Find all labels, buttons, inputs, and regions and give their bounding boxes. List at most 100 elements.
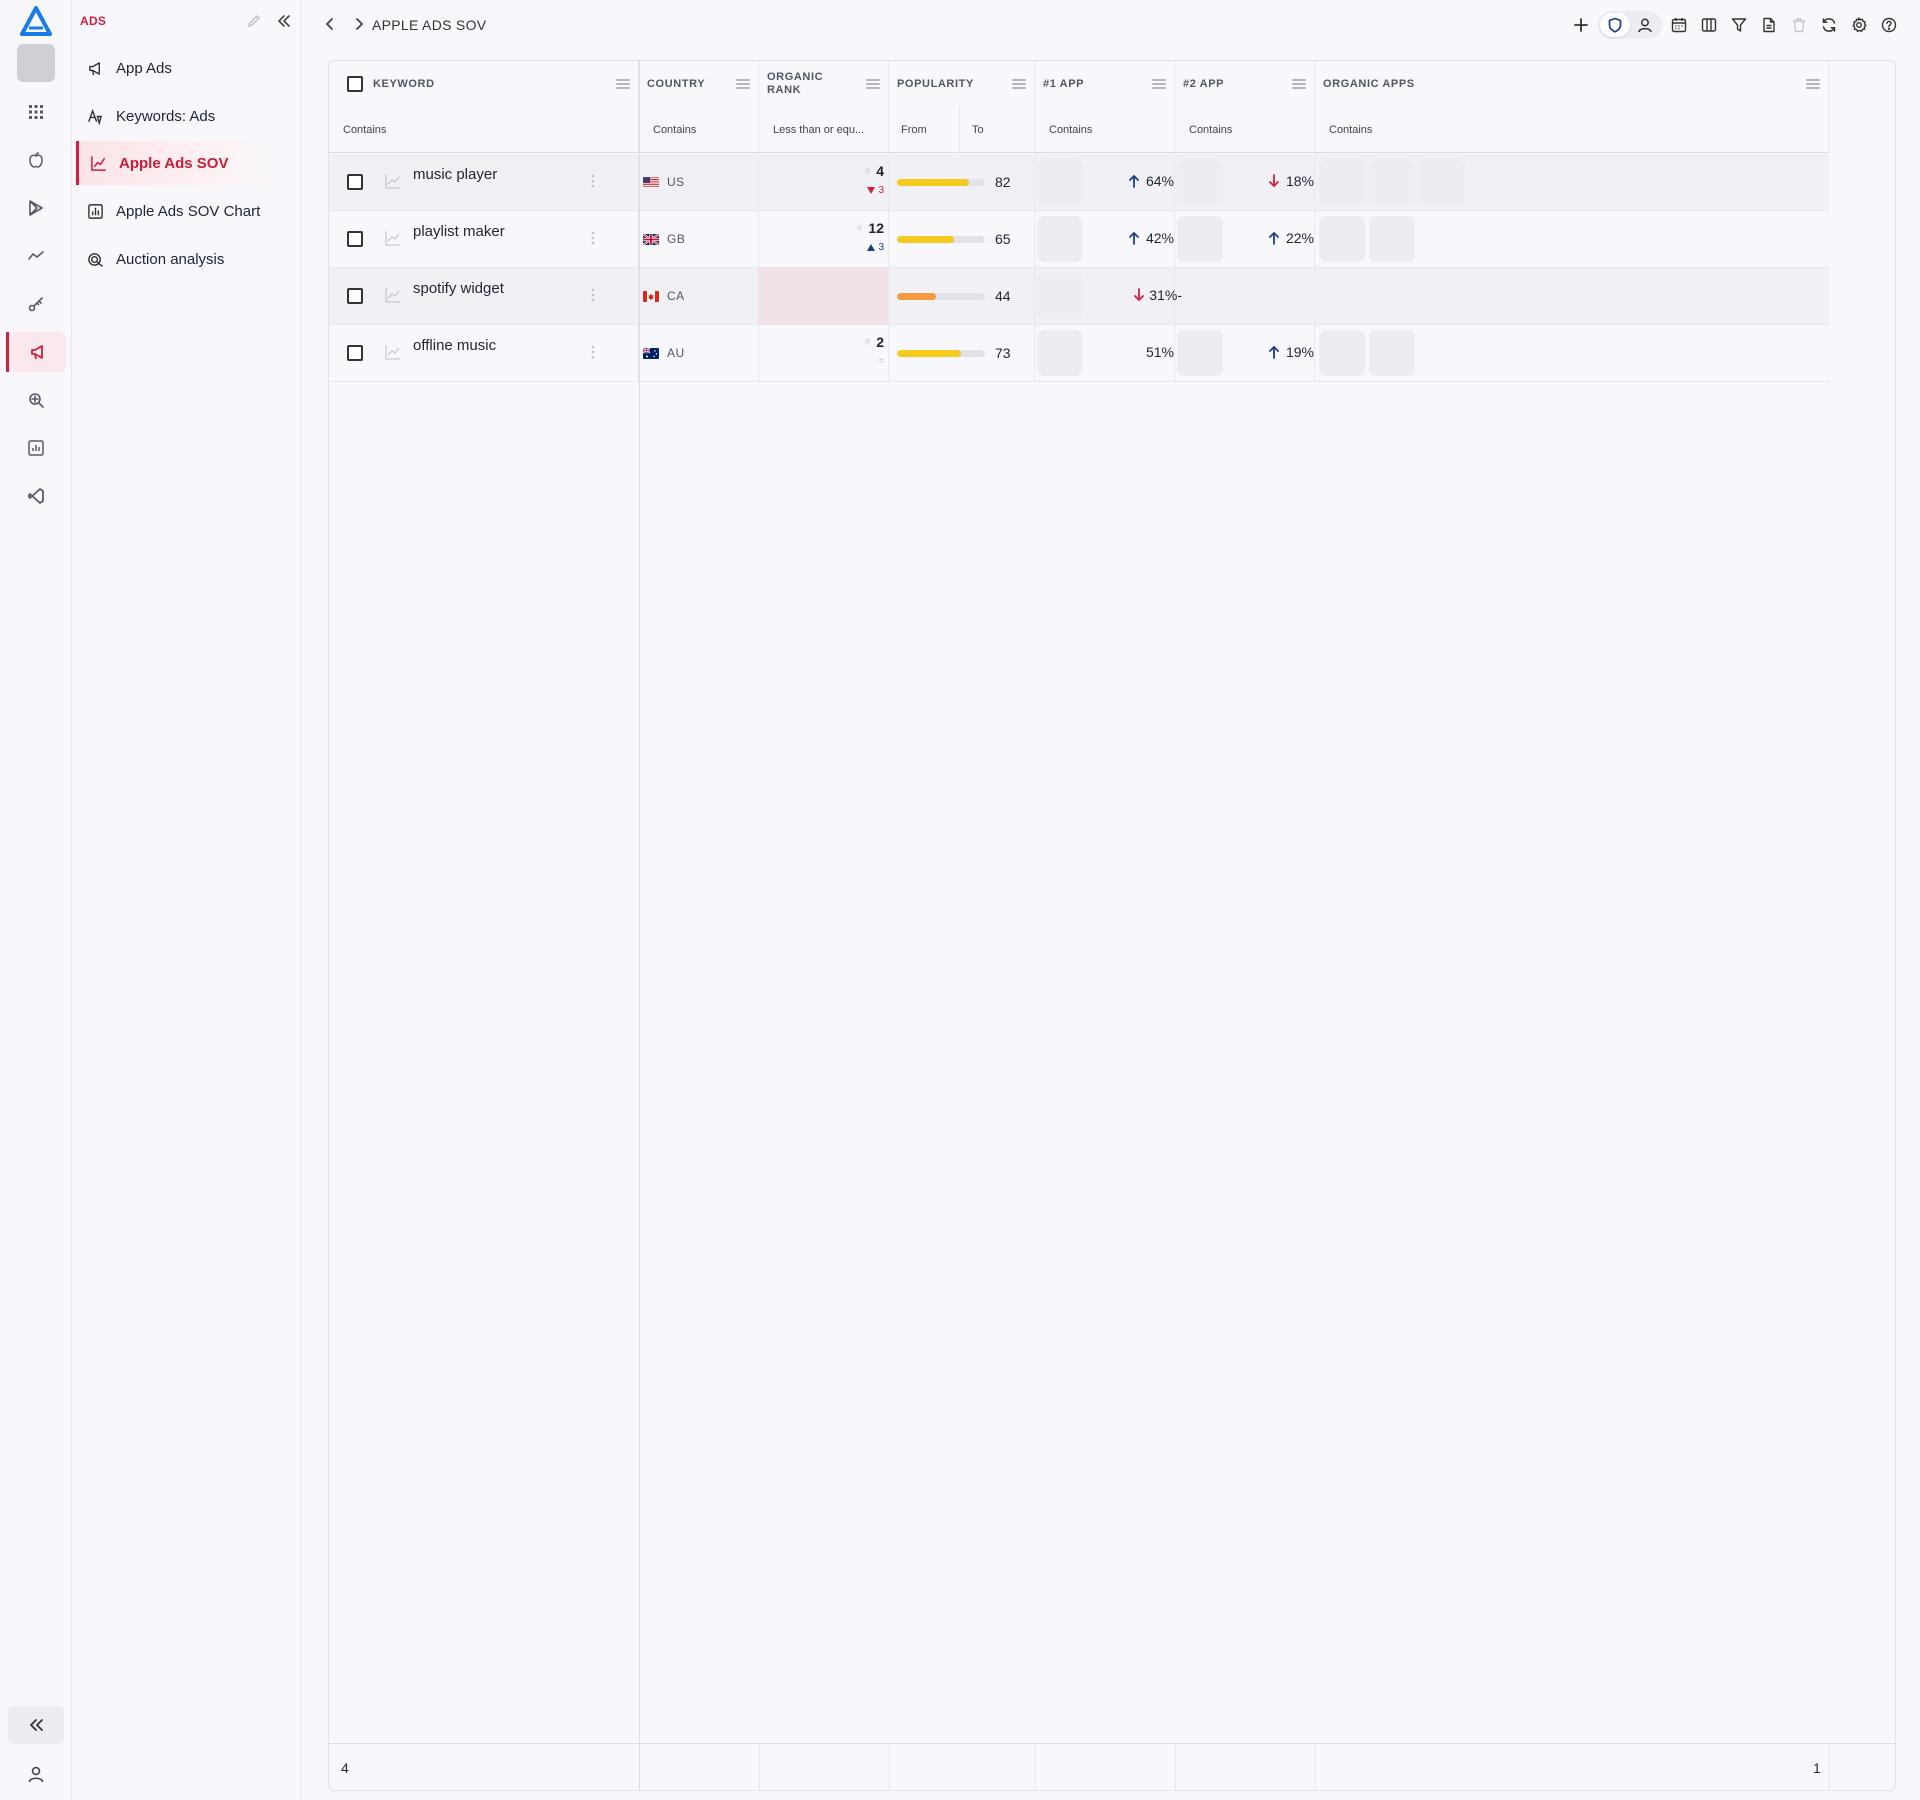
apple-icon[interactable] [6, 140, 66, 180]
more-options-icon[interactable] [591, 344, 595, 360]
col-header-app2[interactable]: #2 APP [1175, 61, 1315, 107]
filter-organic-rank[interactable]: Less than or equ... [759, 107, 889, 153]
app-logo-icon[interactable] [20, 6, 52, 36]
app-icon-placeholder[interactable] [1369, 330, 1415, 376]
app-icon-placeholder[interactable] [1319, 159, 1365, 205]
filter-app2[interactable]: Contains [1175, 107, 1315, 153]
filter-popularity-from[interactable]: From [889, 107, 959, 153]
filter-app1[interactable]: Contains [1035, 107, 1175, 153]
col-header-keyword[interactable]: KEYWORD [329, 61, 639, 107]
app-icon-placeholder[interactable] [1369, 216, 1415, 262]
trend-icon[interactable] [6, 236, 66, 276]
footer-divider [759, 1744, 760, 1790]
country-cell: GB [639, 211, 759, 267]
refresh-icon[interactable] [1814, 11, 1844, 39]
column-menu-icon[interactable] [736, 79, 750, 89]
data-grid: KEYWORD COUNTRY ORGANIC RANK POPULARITY … [328, 60, 1896, 1791]
app-icon-placeholder[interactable] [1319, 216, 1365, 262]
trend-chart-icon[interactable] [385, 344, 401, 360]
nav-item-apple-ads-sov-chart[interactable]: Apple Ads SOV Chart [76, 189, 276, 233]
sov-value: 19% [1285, 344, 1314, 360]
more-options-icon[interactable] [591, 287, 595, 303]
col-header-organic-apps[interactable]: ORGANIC APPS [1315, 61, 1829, 107]
app-icon-placeholder[interactable] [1037, 216, 1083, 262]
more-options-icon[interactable] [591, 230, 595, 246]
filter-popularity-to[interactable]: To [959, 107, 1035, 153]
nav-item-auction-analysis[interactable]: Auction analysis [76, 237, 276, 281]
app-avatar[interactable] [17, 44, 55, 82]
help-icon[interactable] [1874, 11, 1904, 39]
filter-icon[interactable] [1724, 11, 1754, 39]
nav-item-apple-ads-sov[interactable]: Apple Ads SOV [76, 141, 282, 185]
more-options-icon[interactable] [591, 173, 595, 189]
keyword-text[interactable]: spotify widget [413, 280, 504, 297]
row-checkbox[interactable] [347, 174, 363, 190]
export-icon[interactable] [1754, 11, 1784, 39]
trend-chart-icon[interactable] [385, 230, 401, 246]
table-row[interactable]: offline music AU # 2 = 73 51% 19% [329, 325, 1829, 382]
column-menu-icon[interactable] [1292, 79, 1306, 89]
calendar-icon[interactable] [1664, 11, 1694, 39]
column-menu-icon[interactable] [616, 79, 630, 89]
shield-icon[interactable] [1600, 13, 1630, 37]
row-checkbox[interactable] [347, 288, 363, 304]
keyword-text[interactable]: music player [413, 166, 497, 183]
pencil-icon[interactable] [246, 13, 262, 29]
column-menu-icon[interactable] [1012, 79, 1026, 89]
user-account-icon[interactable] [20, 1758, 52, 1790]
columns-icon[interactable] [1694, 11, 1724, 39]
table-row[interactable]: playlist maker GB # 12 3 65 42% 22% [329, 211, 1829, 268]
trend-chart-icon[interactable] [385, 287, 401, 303]
select-all-checkbox[interactable] [347, 76, 363, 92]
sov-value: 42% [1145, 230, 1174, 246]
row-checkbox[interactable] [347, 231, 363, 247]
app-icon-placeholder[interactable] [1369, 159, 1415, 205]
collapse-nav-icon[interactable] [276, 13, 292, 29]
col-header-organic-rank[interactable]: ORGANIC RANK [759, 61, 889, 107]
app-icon-placeholder[interactable] [1037, 273, 1083, 319]
column-menu-icon[interactable] [866, 79, 880, 89]
app1-cell: 51% [1035, 325, 1175, 381]
report-icon[interactable] [6, 428, 66, 468]
row-checkbox[interactable] [347, 345, 363, 361]
organic-rank-cell: # 4 3 [759, 154, 889, 210]
google-play-icon[interactable] [6, 188, 66, 228]
table-row[interactable]: music player US # 4 3 82 64% 18% [329, 154, 1829, 211]
search-settings-icon[interactable] [6, 380, 66, 420]
col-header-app1[interactable]: #1 APP [1035, 61, 1175, 107]
key-icon[interactable] [6, 284, 66, 324]
add-icon[interactable] [1566, 11, 1596, 39]
filter-keyword[interactable]: Contains [329, 107, 639, 153]
app-icon-placeholder[interactable] [1177, 330, 1223, 376]
keyword-text[interactable]: offline music [413, 337, 496, 354]
delete-icon[interactable] [1784, 11, 1814, 39]
filter-country[interactable]: Contains [639, 107, 759, 153]
app-icon-placeholder[interactable] [1037, 330, 1083, 376]
filter-organic-apps[interactable]: Contains [1315, 107, 1829, 153]
user-icon[interactable] [1630, 13, 1660, 37]
trend-chart-icon[interactable] [385, 173, 401, 189]
app-icon-placeholder[interactable] [1319, 330, 1365, 376]
settings-icon[interactable] [1844, 11, 1874, 39]
col-header-country[interactable]: COUNTRY [639, 61, 759, 107]
share-of-voice: 42% [1128, 230, 1174, 246]
forward-icon[interactable] [353, 16, 365, 32]
vscode-icon[interactable] [6, 476, 66, 516]
column-menu-icon[interactable] [1152, 79, 1166, 89]
collapse-rail-icon[interactable] [8, 1706, 64, 1744]
app-icon-placeholder[interactable] [1177, 216, 1223, 262]
megaphone-icon[interactable] [6, 332, 66, 372]
column-menu-icon[interactable] [1806, 79, 1820, 89]
popularity-cell: 65 [889, 211, 1035, 267]
keyword-text[interactable]: playlist maker [413, 223, 505, 240]
table-row[interactable]: spotify widget CA 44 31% - [329, 268, 1829, 325]
nav-item-label: Apple Ads SOV Chart [116, 202, 261, 220]
nav-item-app-ads[interactable]: App Ads [76, 46, 276, 90]
app-icon-placeholder[interactable] [1037, 159, 1083, 205]
nav-item-keywords-ads[interactable]: Keywords: Ads [76, 94, 276, 138]
app-icon-placeholder[interactable] [1419, 159, 1465, 205]
app-icon-placeholder[interactable] [1177, 159, 1223, 205]
apps-grid-icon[interactable] [6, 92, 66, 132]
col-header-popularity[interactable]: POPULARITY [889, 61, 1035, 107]
back-icon[interactable] [324, 16, 336, 32]
